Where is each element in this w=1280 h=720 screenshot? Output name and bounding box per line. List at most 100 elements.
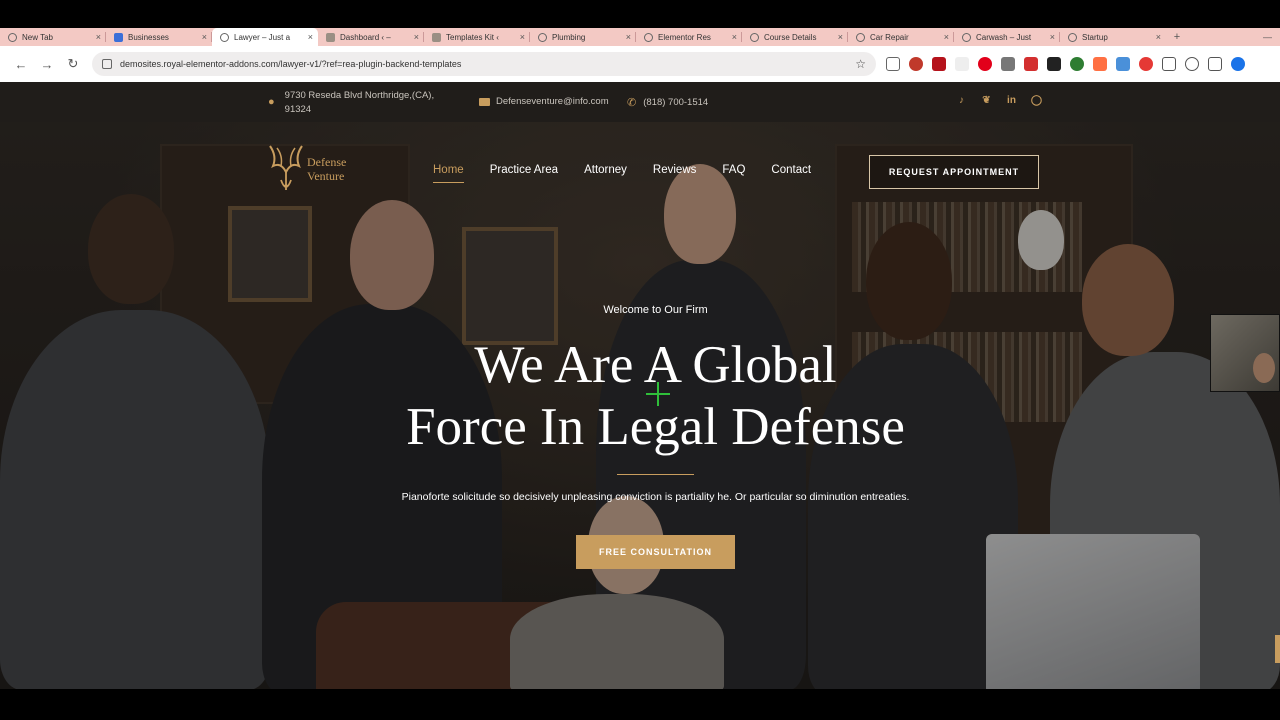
profile-avatar[interactable] [1231,57,1245,71]
webcam-overlay [1210,314,1280,392]
nav-home[interactable]: Home [433,164,464,183]
extension-g-icon[interactable] [1093,57,1107,71]
tab-templates-kit[interactable]: Templates Kit ‹ × [424,28,530,46]
hero-welcome: Welcome to Our Firm [603,304,708,316]
templates-favicon-icon [432,32,441,42]
tab-label: New Tab [22,32,53,42]
logo-text: Defense Venture [307,155,346,183]
address-text: 9730 Reseda Blvd Northridge,(CA), 91324 [284,90,435,115]
close-icon[interactable]: × [626,32,631,42]
close-icon[interactable]: × [838,32,843,42]
reload-icon: ↻ [67,56,79,71]
extension-dark-icon[interactable] [1047,57,1061,71]
globe-icon [1068,32,1077,42]
bookmark-star-icon[interactable]: ☆ [855,57,866,71]
email-text: Defenseventure@info.com [496,96,609,107]
tab-course-details[interactable]: Course Details × [742,28,848,46]
close-icon[interactable]: × [414,32,419,42]
opera-icon[interactable] [978,57,992,71]
site-settings-icon[interactable] [102,59,112,69]
extension-box-icon[interactable] [1001,57,1015,71]
tab-carwash[interactable]: Carwash – Just × [954,28,1060,46]
request-appointment-button[interactable]: REQUEST APPOINTMENT [869,155,1039,189]
site-logo[interactable]: Defense Venture [267,142,346,196]
tab-plumbing[interactable]: Plumbing × [530,28,636,46]
location-pin-icon: ● [268,96,275,108]
extension-pin-icon[interactable] [1139,57,1153,71]
arrow-left-icon: ← [14,56,28,72]
hero-subtext: Pianoforte solicitude so decisively unpl… [401,491,910,503]
sidebar-icon[interactable] [1208,57,1222,71]
browser-toolbar: ← → ↻ demosites.royal-elementor-addons.c… [0,46,1280,82]
extension-green-icon[interactable] [1070,57,1084,71]
address-bar[interactable]: demosites.royal-elementor-addons.com/law… [92,52,876,76]
globe-icon [750,32,759,42]
social-links: ♪ ❦ in ◯ [955,95,1043,106]
back-button[interactable]: ← [8,51,34,77]
tab-new-tab[interactable]: New Tab × [0,28,106,46]
tab-label: Carwash – Just [976,32,1032,42]
globe-icon [856,32,865,42]
address-info: ● 9730 Reseda Blvd Northridge,(CA), 9132… [268,89,448,117]
email-info[interactable]: Defenseventure@info.com [479,96,609,107]
nav-attorney[interactable]: Attorney [584,164,627,176]
free-consultation-button[interactable]: FREE CONSULTATION [576,535,735,569]
extension-light-icon[interactable] [955,57,969,71]
extension-red-icon[interactable] [909,57,923,71]
close-icon[interactable]: × [1050,32,1055,42]
tab-dashboard[interactable]: Dashboard ‹ – × [318,28,424,46]
tab-elementor[interactable]: Elementor Res × [636,28,742,46]
close-icon[interactable]: × [1156,32,1161,42]
new-tab-button[interactable]: + [1166,28,1188,46]
pdf-icon[interactable] [1024,57,1038,71]
tab-lawyer[interactable]: Lawyer – Just a × [212,28,318,46]
globe-icon [962,32,971,42]
instagram-icon[interactable]: ◯ [1030,95,1043,106]
tiktok-icon[interactable]: ♪ [955,95,968,106]
flask-icon[interactable] [1185,57,1199,71]
reload-button[interactable]: ↻ [60,51,86,77]
close-icon[interactable]: × [732,32,737,42]
headline-line-2: Force In Legal Defense [406,398,905,456]
nav-reviews[interactable]: Reviews [653,164,696,176]
tab-label: Startup [1082,32,1108,42]
globe-icon [538,32,547,42]
tab-car-repair[interactable]: Car Repair × [848,28,954,46]
gold-divider [617,474,694,475]
close-icon[interactable]: × [202,32,207,42]
tab-label: Elementor Res [658,32,711,42]
extension-blue-icon[interactable] [1116,57,1130,71]
camera-icon[interactable] [886,57,900,71]
tab-label: Businesses [128,32,169,42]
nav-practice-area[interactable]: Practice Area [490,164,558,176]
extension-s-icon[interactable] [932,57,946,71]
arrow-right-icon: → [40,56,54,72]
extensions-row [886,57,1245,71]
nav-faq[interactable]: FAQ [722,164,745,176]
close-icon[interactable]: × [96,32,101,42]
tab-businesses[interactable]: Businesses × [106,28,212,46]
close-icon[interactable]: × [520,32,525,42]
nav-contact[interactable]: Contact [771,164,811,176]
mail-icon [479,97,490,106]
logo-line-1: Defense [307,155,347,169]
bottom-black-bar [0,689,1280,720]
close-icon[interactable]: × [944,32,949,42]
minimize-icon[interactable]: — [1263,32,1272,42]
phone-icon: ✆ [627,97,637,109]
linkedin-icon[interactable]: in [1005,95,1018,106]
close-icon[interactable]: × [308,32,313,42]
puzzle-icon[interactable] [1162,57,1176,71]
browser-tab-strip: New Tab × Businesses × Lawyer – Just a × Da… [0,28,1280,46]
dashboard-favicon-icon [326,32,335,42]
forward-button[interactable]: → [34,51,60,77]
headline-line-1: We Are A Global [474,336,837,394]
tab-startup[interactable]: Startup × [1060,28,1166,46]
phone-info[interactable]: ✆ (818) 700-1514 [627,96,708,109]
side-scroll-tab[interactable] [1275,635,1280,663]
tab-label: Course Details [764,32,817,42]
twitter-icon[interactable]: ❦ [980,95,993,106]
chrome-icon [8,32,17,42]
tab-label: Templates Kit ‹ [446,32,499,42]
url-text: demosites.royal-elementor-addons.com/law… [120,59,462,69]
